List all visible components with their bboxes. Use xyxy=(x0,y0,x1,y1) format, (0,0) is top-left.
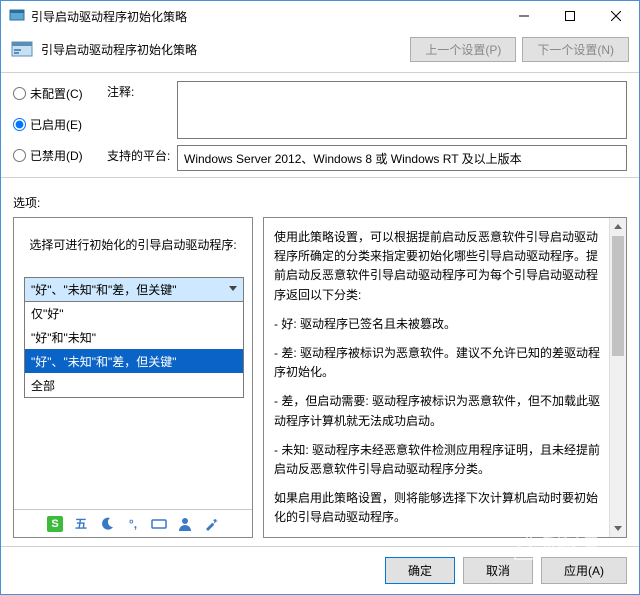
ok-button[interactable]: 确定 xyxy=(385,557,455,584)
policy-icon xyxy=(11,39,33,61)
options-panel: 选择可进行初始化的引导启动驱动程序: "好"、"未知"和"差，但关键" 仅"好"… xyxy=(13,217,253,538)
keyboard-icon[interactable] xyxy=(151,516,167,532)
wrench-icon[interactable] xyxy=(203,516,219,532)
help-paragraph: - 好: 驱动程序已签名且未被篡改。 xyxy=(274,315,606,334)
driver-policy-dropdown[interactable]: "好"、"未知"和"差，但关键" xyxy=(24,277,244,302)
sub-header: 引导启动驱动程序初始化策略 上一个设置(P) 下一个设置(N) xyxy=(1,31,639,72)
radio-label: 已禁用(D) xyxy=(30,147,83,164)
comment-label: 注释: xyxy=(107,81,177,100)
chevron-down-icon xyxy=(225,280,241,296)
window-title: 引导启动驱动程序初始化策略 xyxy=(31,8,501,25)
dropdown-selected: "好"、"未知"和"差，但关键" xyxy=(25,278,243,301)
dialog-footer: 确定 取消 应用(A) xyxy=(1,546,639,594)
help-text: 使用此策略设置，可以根据提前启动反恶意软件引导启动驱动程序所确定的分类来指定要初… xyxy=(264,218,626,537)
platform-label: 支持的平台: xyxy=(107,145,177,164)
comment-input[interactable] xyxy=(177,81,627,139)
help-panel: 使用此策略设置，可以根据提前启动反恶意软件引导启动驱动程序所确定的分类来指定要初… xyxy=(263,217,627,538)
apply-button[interactable]: 应用(A) xyxy=(541,557,627,584)
radio-label: 未配置(C) xyxy=(30,85,83,102)
radio-label: 已启用(E) xyxy=(30,116,82,133)
close-button[interactable] xyxy=(593,1,639,31)
divider xyxy=(1,72,639,73)
app-icon xyxy=(9,8,25,24)
help-paragraph: 使用此策略设置，可以根据提前启动反恶意软件引导启动驱动程序所确定的分类来指定要初… xyxy=(274,228,606,305)
punctuation-icon[interactable]: °, xyxy=(125,516,141,532)
dropdown-option[interactable]: "好"和"未知" xyxy=(25,325,243,349)
dropdown-option[interactable]: "好"、"未知"和"差，但关键" xyxy=(25,349,243,373)
scrollbar[interactable] xyxy=(609,218,626,537)
radio-enabled[interactable]: 已启用(E) xyxy=(13,116,107,133)
state-radios: 未配置(C) 已启用(E) 已禁用(D) xyxy=(13,81,107,171)
policy-title: 引导启动驱动程序初始化策略 xyxy=(41,41,404,58)
scrollbar-thumb[interactable] xyxy=(612,236,624,356)
radio-not-configured[interactable]: 未配置(C) xyxy=(13,85,107,102)
scroll-up-icon[interactable] xyxy=(610,218,626,235)
divider xyxy=(1,177,639,178)
ime-toolbar: S 五 °, xyxy=(14,509,252,537)
dropdown-list: 仅"好" "好"和"未知" "好"、"未知"和"差，但关键" 全部 xyxy=(24,301,244,398)
cancel-button[interactable]: 取消 xyxy=(463,557,533,584)
help-paragraph: - 差，但启动需要: 驱动程序被标识为恶意软件，但不加载此驱动程序计算机就无法成… xyxy=(274,392,606,430)
dropdown-option[interactable]: 全部 xyxy=(25,373,243,397)
help-paragraph: - 差: 驱动程序被标识为恶意软件。建议不允许已知的差驱动程序初始化。 xyxy=(274,344,606,382)
minimize-button[interactable] xyxy=(501,1,547,31)
panels-row: 选择可进行初始化的引导启动驱动程序: "好"、"未知"和"差，但关键" 仅"好"… xyxy=(1,217,639,546)
input-mode-icon[interactable]: 五 xyxy=(73,516,89,532)
help-paragraph: 如果启用此策略设置，则将能够选择下次计算机启动时要初始化的引导启动驱动程序。 xyxy=(274,489,606,527)
scroll-down-icon[interactable] xyxy=(610,520,626,537)
moon-icon[interactable] xyxy=(99,516,115,532)
title-bar: 引导启动驱动程序初始化策略 xyxy=(1,1,639,31)
options-label: 选项: xyxy=(1,186,639,217)
dropdown-label: 选择可进行初始化的引导启动驱动程序: xyxy=(24,236,242,253)
user-icon[interactable] xyxy=(177,516,193,532)
help-paragraph: - 未知: 驱动程序未经恶意软件检测应用程序证明，且未经提前启动反恶意软件引导启… xyxy=(274,441,606,479)
sogou-icon[interactable]: S xyxy=(47,516,63,532)
dropdown-option[interactable]: 仅"好" xyxy=(25,301,243,325)
next-setting-button[interactable]: 下一个设置(N) xyxy=(522,37,629,62)
radio-disabled[interactable]: 已禁用(D) xyxy=(13,147,107,164)
previous-setting-button[interactable]: 上一个设置(P) xyxy=(410,37,516,62)
fields-column: 注释: 支持的平台: Windows Server 2012、Windows 8… xyxy=(107,81,627,171)
maximize-button[interactable] xyxy=(547,1,593,31)
supported-platform: Windows Server 2012、Windows 8 或 Windows … xyxy=(177,145,627,171)
config-area: 未配置(C) 已启用(E) 已禁用(D) 注释: 支持的平台: Windows … xyxy=(1,81,639,177)
